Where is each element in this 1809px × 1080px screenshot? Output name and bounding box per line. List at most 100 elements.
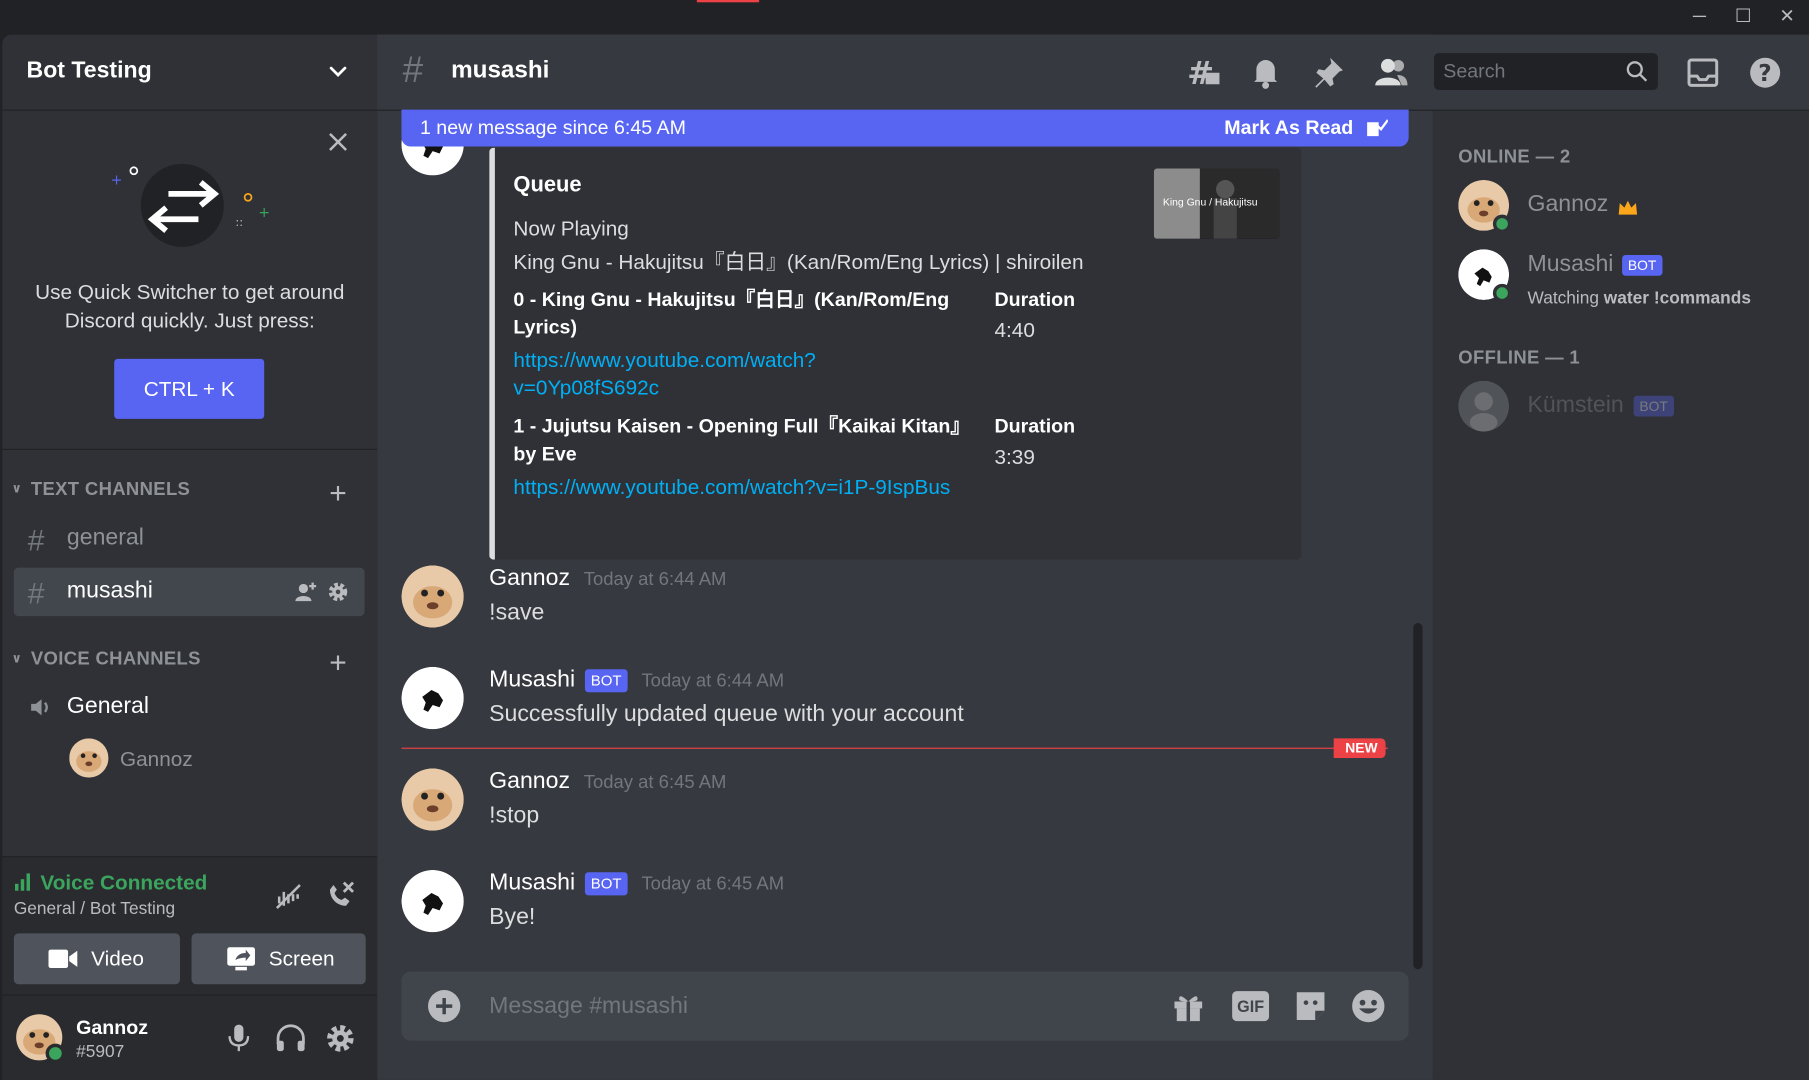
member-name: Musashi — [1527, 251, 1614, 277]
channel-label: General — [66, 693, 150, 719]
search-box[interactable] — [1434, 53, 1658, 90]
video-thumbnail[interactable]: King Gnu / Hakujitsu — [1153, 168, 1280, 239]
sticker-icon[interactable] — [1292, 988, 1329, 1025]
bell-icon[interactable] — [1247, 54, 1284, 91]
create-text-channel-icon[interactable]: + — [325, 478, 350, 508]
bot-badge: BOT — [584, 669, 628, 693]
mark-read-icon[interactable] — [1365, 117, 1388, 140]
voice-connection-panel: Voice Connected General / Bot Testing Vi… — [2, 856, 378, 995]
message-text: Bye! — [489, 904, 536, 930]
signal-icon — [14, 873, 30, 891]
member-list-icon[interactable] — [1372, 54, 1409, 91]
crown-icon — [1618, 200, 1638, 215]
svg-text:+: + — [258, 205, 270, 221]
pin-icon[interactable] — [1309, 54, 1346, 91]
text-channels-category[interactable]: ∨ TEXT CHANNELS — [12, 480, 191, 501]
voice-channel-general[interactable]: General — [14, 683, 365, 731]
search-input[interactable] — [1443, 57, 1617, 86]
member-item[interactable]: Gannoz — [1458, 179, 1804, 235]
message-timestamp: Today at 6:45 AM — [641, 874, 785, 895]
threads-icon[interactable]: # — [1185, 54, 1222, 91]
minimize-button[interactable]: ─ — [1687, 5, 1712, 30]
online-status-icon — [1492, 283, 1512, 303]
voice-location[interactable]: General / Bot Testing — [14, 899, 175, 919]
create-voice-channel-icon[interactable]: + — [325, 647, 350, 677]
message-author[interactable]: Gannoz — [489, 768, 570, 795]
duration-label: Duration — [994, 288, 1076, 311]
avatar[interactable] — [401, 768, 464, 831]
speaker-icon — [31, 699, 48, 716]
close-icon[interactable] — [325, 129, 350, 154]
chat-area: # musashi # ? 1 new message since 6:45 A… — [377, 34, 1809, 1080]
svg-text:::: :: — [235, 215, 243, 229]
avatar[interactable] — [401, 565, 464, 628]
disconnect-icon[interactable] — [323, 878, 358, 913]
queue-item-link[interactable]: https://www.youtube.com/watch? v=0Yp08fS6… — [513, 346, 815, 401]
message-timestamp: Today at 6:45 AM — [583, 773, 727, 793]
close-window-button[interactable]: ✕ — [1774, 5, 1799, 30]
chat-scrollbar[interactable] — [1413, 623, 1423, 970]
voice-channels-category[interactable]: ∨ VOICE CHANNELS — [12, 650, 201, 671]
channel-label: musashi — [66, 578, 153, 604]
duration-label: Duration — [994, 415, 1076, 438]
online-status-icon — [1492, 214, 1512, 234]
search-icon[interactable] — [1626, 60, 1649, 83]
now-playing-label: Now Playing — [513, 216, 629, 240]
member-item[interactable]: Musashi BOT Watching water !commands — [1458, 249, 1804, 314]
channel-general[interactable]: # general — [14, 515, 365, 563]
quick-switcher-tip: + + :: Use Quick Switcher to get around … — [2, 111, 378, 450]
bot-badge: BOT — [584, 872, 628, 896]
message-author[interactable]: Gannoz — [489, 565, 570, 592]
queue-item-title: 1 - Jujutsu Kaisen - Opening Full『Kaikai… — [513, 415, 971, 465]
voice-status[interactable]: Voice Connected — [14, 871, 207, 895]
message-timestamp: Today at 6:44 AM — [583, 569, 727, 590]
gif-button[interactable]: GIF — [1232, 991, 1270, 1022]
gear-icon[interactable] — [325, 579, 350, 604]
new-messages-bar[interactable]: 1 new message since 6:45 AM Mark As Read — [401, 109, 1409, 147]
server-header[interactable]: Bot Testing — [2, 35, 378, 111]
headphones-icon[interactable] — [275, 1023, 307, 1053]
avatar — [1458, 380, 1510, 432]
invite-member-icon[interactable] — [293, 579, 318, 604]
category-label: TEXT CHANNELS — [30, 479, 191, 500]
chat-header: # musashi # ? — [377, 34, 1809, 111]
gear-icon[interactable] — [325, 1023, 355, 1053]
mark-as-read-button[interactable]: Mark As Read — [1224, 117, 1353, 140]
camera-icon — [48, 949, 78, 969]
maximize-button[interactable]: ☐ — [1731, 5, 1756, 30]
message: Gannoz Today at 6:45 AM !stop — [401, 768, 1405, 860]
message-author[interactable]: Musashi — [489, 870, 575, 897]
queue-item-link[interactable]: https://www.youtube.com/watch?v=i1P-9Isp… — [513, 473, 950, 501]
screen-share-button[interactable]: Screen — [191, 933, 366, 985]
hash-icon: # — [27, 575, 45, 611]
message-input[interactable] — [489, 987, 1159, 1025]
message: Musashi BOT Today at 6:44 AM Successfull… — [401, 666, 1405, 759]
video-label: Video — [91, 947, 144, 971]
chevron-down-icon — [329, 66, 347, 77]
noise-suppression-icon[interactable] — [272, 880, 304, 912]
voice-status-label: Voice Connected — [40, 871, 208, 895]
member-activity: Watching water !commands — [1527, 288, 1751, 309]
inbox-icon[interactable] — [1684, 54, 1721, 91]
duration-value: 4:40 — [994, 318, 1035, 342]
video-button[interactable]: Video — [13, 933, 180, 985]
svg-text:#: # — [1187, 54, 1214, 91]
thumbnail-caption: King Gnu / Hakujitsu — [1162, 196, 1258, 208]
quick-switcher-text: Use Quick Switcher to get around Discord… — [35, 280, 345, 333]
avatar[interactable] — [401, 666, 464, 730]
microphone-icon[interactable] — [226, 1023, 251, 1053]
online-header: ONLINE — 2 — [1458, 147, 1571, 168]
channel-musashi[interactable]: # musashi — [13, 567, 365, 617]
gift-icon[interactable] — [1170, 988, 1207, 1025]
emoji-icon[interactable] — [1350, 988, 1387, 1025]
message-text: Successfully updated queue with your acc… — [489, 701, 964, 727]
message-author[interactable]: Musashi — [489, 667, 575, 694]
attach-plus-icon[interactable] — [428, 989, 461, 1023]
help-icon[interactable]: ? — [1747, 54, 1784, 91]
avatar[interactable] — [401, 869, 464, 933]
message-composer: GIF — [401, 971, 1409, 1041]
member-item[interactable]: Kümstein BOT — [1458, 380, 1804, 436]
quick-switcher-shortcut-button[interactable]: CTRL + K — [114, 358, 265, 419]
hash-icon: # — [402, 48, 424, 90]
avatar[interactable] — [14, 1012, 66, 1064]
